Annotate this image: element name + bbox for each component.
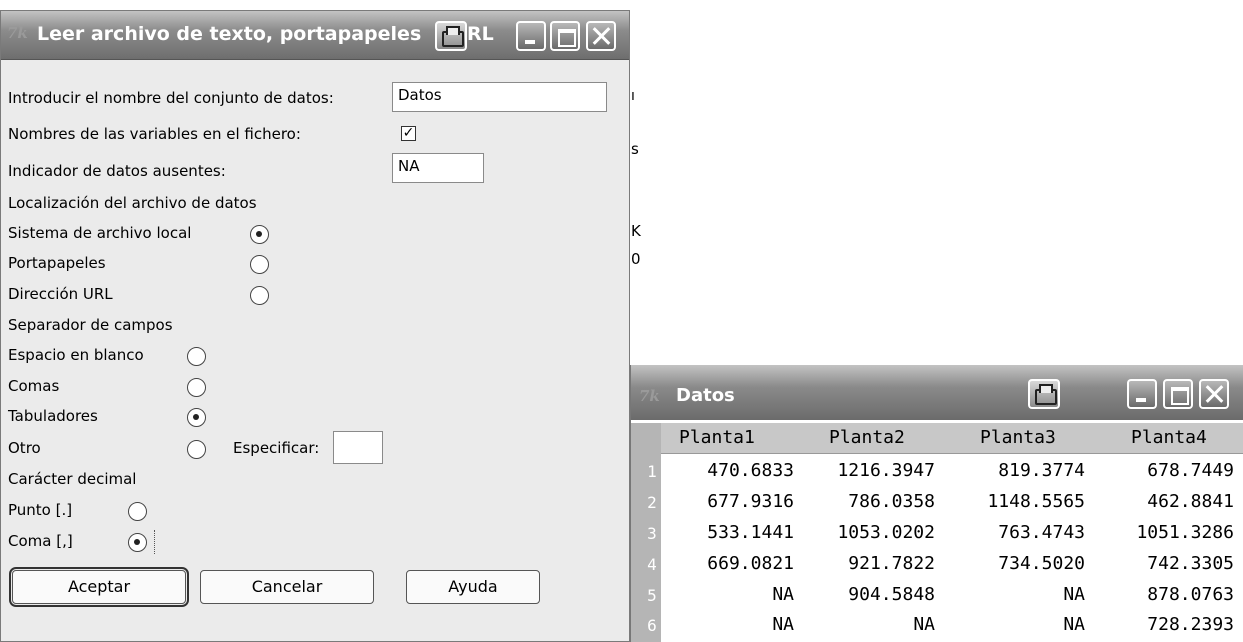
- table-cell[interactable]: 677.9316: [662, 491, 794, 512]
- separator-whitespace-radio[interactable]: [187, 347, 206, 366]
- table-cell[interactable]: 728.2393: [1101, 614, 1234, 635]
- dialog-title: Leer archivo de texto, portapapeles: [37, 23, 422, 45]
- row-number: 2: [647, 493, 657, 512]
- table-cell[interactable]: 734.5020: [951, 553, 1085, 574]
- location-section-title: Localización del archivo de datos: [8, 194, 257, 212]
- separator-tabs-radio[interactable]: [187, 408, 206, 427]
- location-option-url-label: Dirección URL: [8, 285, 113, 303]
- decimal-comma-radio[interactable]: [128, 533, 147, 552]
- background-text-fragment: 0: [631, 250, 641, 268]
- separator-option-commas-label: Comas: [8, 377, 60, 395]
- row-number: 5: [647, 586, 657, 605]
- variable-names-checkbox[interactable]: ✓: [401, 126, 416, 141]
- missing-data-input[interactable]: NA: [392, 153, 484, 183]
- viewer-title: Datos: [676, 385, 735, 406]
- tk-logo-icon: 7k: [639, 387, 660, 405]
- tk-logo-icon: 7k: [7, 24, 28, 42]
- viewer-titlebar[interactable]: 7k Datos: [631, 365, 1243, 420]
- table-cell[interactable]: 786.0358: [801, 491, 935, 512]
- printer-icon[interactable]: [1028, 379, 1060, 409]
- minimize-button[interactable]: [516, 21, 546, 51]
- location-clipboard-radio[interactable]: [250, 255, 269, 274]
- maximize-button[interactable]: [1163, 379, 1193, 409]
- dataset-name-input[interactable]: Datos: [392, 82, 607, 112]
- table-cell[interactable]: 742.3305: [1101, 553, 1234, 574]
- dialog-titlebar[interactable]: 7k Leer archivo de texto, portapapeles R…: [1, 11, 629, 60]
- table-cell[interactable]: 1216.3947: [801, 460, 935, 481]
- table-cell[interactable]: 1148.5565: [951, 491, 1085, 512]
- background-text-fragment: ı: [631, 88, 635, 104]
- table-cell[interactable]: 462.8841: [1101, 491, 1234, 512]
- help-button[interactable]: Ayuda: [406, 570, 540, 604]
- dialog-title-overflow: RL: [467, 23, 494, 45]
- table-cell[interactable]: 921.7822: [801, 553, 935, 574]
- close-button[interactable]: [586, 21, 616, 51]
- specify-label: Especificar:: [233, 439, 320, 457]
- dataset-name-label: Introducir el nombre del conjunto de dat…: [8, 89, 334, 107]
- location-local-radio[interactable]: [250, 225, 269, 244]
- column-header[interactable]: Planta4: [1131, 427, 1207, 448]
- row-number: 1: [647, 462, 657, 481]
- row-number: 4: [647, 555, 657, 574]
- read-text-file-dialog: 7k Leer archivo de texto, portapapeles R…: [0, 10, 630, 642]
- column-header[interactable]: Planta1: [679, 427, 755, 448]
- separator-other-radio[interactable]: [187, 440, 206, 459]
- printer-icon[interactable]: [435, 21, 467, 51]
- table-cell[interactable]: 533.1441: [662, 522, 794, 543]
- table-cell[interactable]: 819.3774: [951, 460, 1085, 481]
- row-number: 3: [647, 524, 657, 543]
- separator-option-other-label: Otro: [8, 439, 41, 457]
- row-number: 6: [647, 616, 657, 635]
- missing-data-label: Indicador de datos ausentes:: [8, 162, 226, 180]
- variable-names-label: Nombres de las variables en el fichero:: [8, 125, 301, 143]
- data-viewer-window: 7k Datos Planta1 Planta2 Planta3 Planta4…: [630, 365, 1243, 642]
- maximize-button[interactable]: [550, 21, 580, 51]
- decimal-option-comma-label: Coma [,]: [8, 532, 73, 550]
- separator-commas-radio[interactable]: [187, 378, 206, 397]
- decimal-option-point-label: Punto [.]: [8, 501, 73, 519]
- table-cell[interactable]: 1053.0202: [801, 522, 935, 543]
- column-header[interactable]: Planta2: [829, 427, 905, 448]
- location-url-radio[interactable]: [250, 286, 269, 305]
- table-cell[interactable]: NA: [801, 614, 935, 635]
- separator-section-title: Separador de campos: [8, 316, 173, 334]
- focus-indicator: [154, 530, 156, 554]
- location-option-local-label: Sistema de archivo local: [8, 224, 192, 242]
- minimize-button[interactable]: [1127, 379, 1157, 409]
- table-cell[interactable]: NA: [951, 584, 1085, 605]
- table-cell[interactable]: NA: [662, 584, 794, 605]
- table-cell[interactable]: 1051.3286: [1101, 522, 1234, 543]
- table-cell[interactable]: NA: [951, 614, 1085, 635]
- column-header[interactable]: Planta3: [980, 427, 1056, 448]
- table-cell[interactable]: NA: [662, 614, 794, 635]
- separator-option-tabs-label: Tabuladores: [8, 407, 98, 425]
- table-cell[interactable]: 669.0821: [662, 553, 794, 574]
- decimal-section-title: Carácter decimal: [8, 470, 137, 488]
- table-cell[interactable]: 878.0763: [1101, 584, 1234, 605]
- separator-option-whitespace-label: Espacio en blanco: [8, 346, 144, 364]
- cancel-button[interactable]: Cancelar: [200, 570, 374, 604]
- table-cell[interactable]: 678.7449: [1101, 460, 1234, 481]
- specify-separator-input[interactable]: [333, 431, 383, 464]
- background-text-fragment: K: [631, 222, 641, 240]
- background-text-fragment: s: [631, 140, 639, 158]
- close-button[interactable]: [1199, 379, 1229, 409]
- location-option-clipboard-label: Portapapeles: [8, 254, 106, 272]
- table-cell[interactable]: 763.4743: [951, 522, 1085, 543]
- table-cell[interactable]: 904.5848: [801, 584, 935, 605]
- accept-button[interactable]: Aceptar: [9, 567, 189, 607]
- decimal-point-radio[interactable]: [128, 502, 147, 521]
- table-cell[interactable]: 470.6833: [662, 460, 794, 481]
